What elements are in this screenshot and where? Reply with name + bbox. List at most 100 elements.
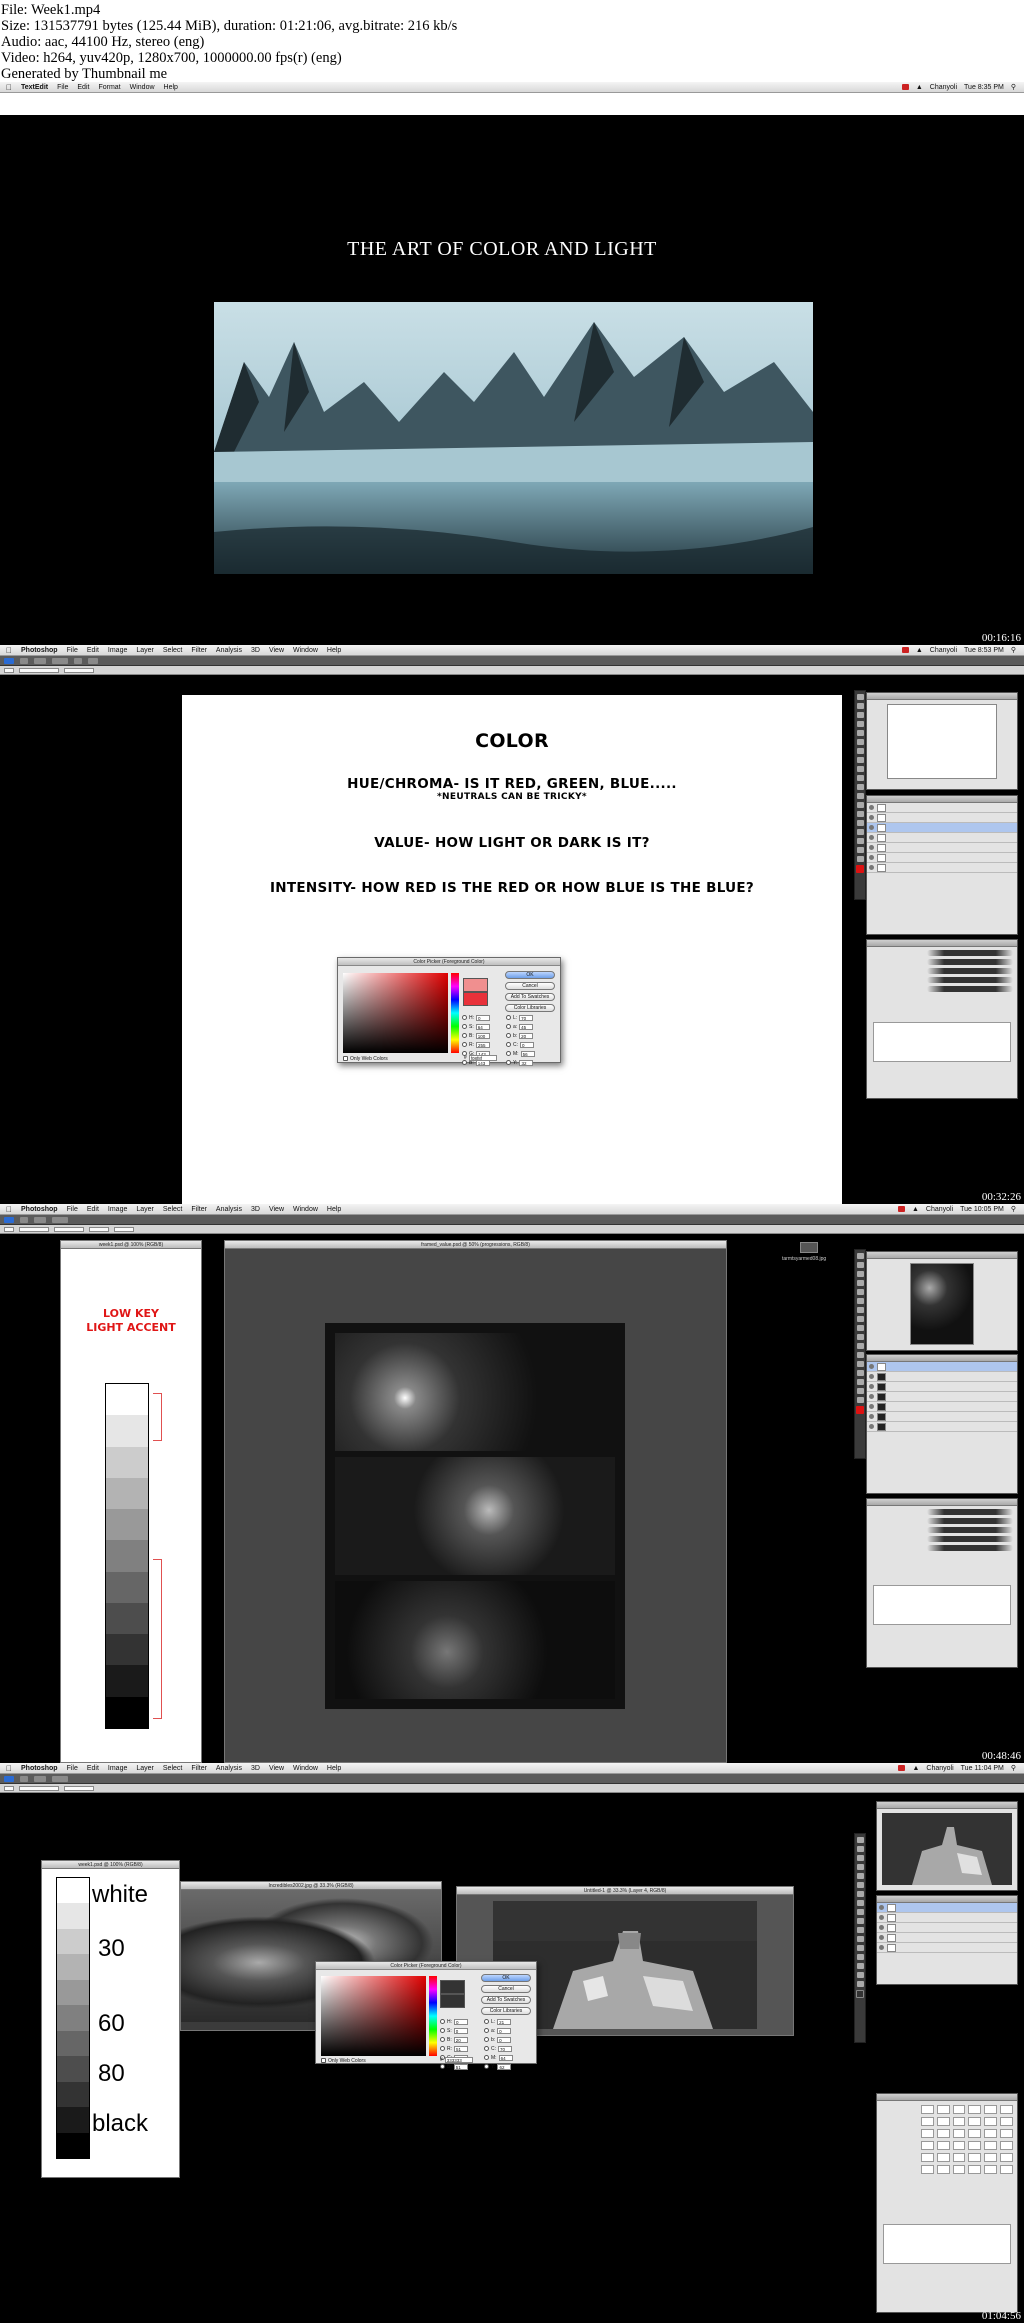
menu-file[interactable]: File: [67, 1765, 78, 1772]
dodge-tool-icon[interactable]: [856, 802, 864, 808]
side-file-label[interactable]: tarmtsyarmed08.jpg: [782, 1256, 826, 1262]
channel-radio[interactable]: [440, 2037, 445, 2042]
ps-logo-icon[interactable]: [4, 1216, 14, 1223]
type-tool-icon[interactable]: [856, 1370, 864, 1376]
crop-tool-icon[interactable]: [856, 1873, 864, 1879]
hex-input[interactable]: 333333: [444, 2056, 473, 2063]
add-to-swatches-button[interactable]: Add To Swatches: [481, 1996, 531, 2004]
visibility-eye-icon[interactable]: [879, 1925, 884, 1930]
brush-preset[interactable]: [927, 1509, 1013, 1515]
menu-file[interactable]: File: [57, 84, 68, 91]
crop-tool-icon[interactable]: [856, 1289, 864, 1295]
menu-window[interactable]: Window: [293, 1206, 318, 1213]
bridge-icon[interactable]: [20, 657, 28, 664]
visibility-eye-icon[interactable]: [879, 1915, 884, 1920]
shape-tool-icon[interactable]: [856, 1963, 864, 1969]
channel-input[interactable]: 51: [454, 2045, 468, 2052]
navigator-panel-tab[interactable]: [877, 1802, 1017, 1809]
cancel-button[interactable]: Cancel: [505, 982, 555, 990]
channel-radio[interactable]: [506, 1051, 511, 1056]
channel-input[interactable]: 70: [498, 2045, 512, 2052]
layer-row[interactable]: [867, 1402, 1017, 1412]
menu-filter[interactable]: Filter: [191, 647, 207, 654]
healing-tool-icon[interactable]: [856, 1307, 864, 1313]
pen-tool-icon[interactable]: [856, 1361, 864, 1367]
visibility-eye-icon[interactable]: [879, 1945, 884, 1950]
layer-row[interactable]: [867, 803, 1017, 813]
menu-help[interactable]: Help: [327, 1206, 341, 1213]
menu-help[interactable]: Help: [164, 84, 178, 91]
hand-tool-icon[interactable]: [856, 1972, 864, 1978]
eyedropper-tool-icon[interactable]: [856, 1882, 864, 1888]
visibility-eye-icon[interactable]: [869, 845, 874, 850]
dodge-tool-icon[interactable]: [856, 1352, 864, 1358]
channel-input[interactable]: 20: [453, 2036, 468, 2043]
pen-tool-icon[interactable]: [856, 1945, 864, 1951]
zoom-tool-icon[interactable]: [856, 856, 864, 862]
menubar-clock[interactable]: Tue 8:35 PM: [964, 84, 1004, 91]
channel-radio[interactable]: [484, 2046, 489, 2051]
brush-preset[interactable]: [921, 2153, 934, 2162]
brush-preset[interactable]: [936, 2165, 950, 2174]
menubar-clock[interactable]: Tue 11:04 PM: [961, 1765, 1004, 1772]
tool-preset-icon[interactable]: [4, 1785, 14, 1791]
arrange-docs-icon[interactable]: [88, 657, 98, 664]
layer-row[interactable]: [867, 843, 1017, 853]
wifi-icon[interactable]: ▲: [916, 647, 923, 654]
brush-preset[interactable]: [952, 2165, 966, 2174]
channel-radio[interactable]: [484, 2064, 489, 2069]
apple-menu-icon[interactable]: : [6, 1764, 12, 1773]
brush-preset[interactable]: [936, 2129, 950, 2138]
bridge-icon[interactable]: [20, 1775, 28, 1782]
color-field-row[interactable]: S: 64: [462, 1023, 490, 1030]
channel-radio[interactable]: [506, 1042, 511, 1047]
brush-preset[interactable]: [952, 2117, 966, 2126]
color-field-row[interactable]: H: 0: [462, 1014, 490, 1021]
visibility-eye-icon[interactable]: [869, 1394, 874, 1399]
brushes-panel-tab[interactable]: [867, 1499, 1017, 1506]
opacity-field[interactable]: [89, 1226, 109, 1232]
record-icon[interactable]: [901, 647, 909, 653]
view-extras-icon[interactable]: [34, 1775, 46, 1782]
side-file-icon[interactable]: [800, 1242, 818, 1253]
menu-select[interactable]: Select: [163, 1765, 182, 1772]
brush-preset[interactable]: [936, 2105, 950, 2114]
navigator-thumbnail[interactable]: [910, 1263, 974, 1345]
visibility-eye-icon[interactable]: [879, 1935, 884, 1940]
lasso-tool-icon[interactable]: [856, 1271, 864, 1277]
window-title[interactable]: Untitled-1 @ 33.3% (Layer 4, RGB/8): [457, 1887, 793, 1895]
sample-dropdown[interactable]: [64, 667, 94, 673]
color-field-row[interactable]: L: 21: [484, 2018, 512, 2025]
menu-edit[interactable]: Edit: [77, 84, 89, 91]
channel-radio[interactable]: [506, 1024, 511, 1029]
brush-preset[interactable]: [968, 2153, 982, 2162]
channel-input[interactable]: 62: [497, 2063, 512, 2070]
color-field-row[interactable]: H: 0: [440, 2018, 468, 2025]
brush-preset[interactable]: [927, 986, 1013, 992]
brush-preset[interactable]: [927, 1545, 1013, 1551]
layer-row[interactable]: [867, 813, 1017, 823]
brush-preset[interactable]: [968, 2129, 982, 2138]
quick-select-tool-icon[interactable]: [856, 721, 864, 727]
brush-preset[interactable]: [968, 2117, 982, 2126]
zoom-tool-icon[interactable]: [856, 1981, 864, 1987]
brush-preset[interactable]: [927, 959, 1013, 965]
menu-help[interactable]: Help: [327, 1765, 341, 1772]
layer-row[interactable]: [867, 863, 1017, 873]
menu-app-name[interactable]: Photoshop: [21, 1206, 58, 1213]
brush-size-dropdown[interactable]: [19, 1226, 49, 1232]
hand-tool-icon[interactable]: [856, 847, 864, 853]
sample-size-dropdown[interactable]: [19, 1785, 59, 1791]
visibility-eye-icon[interactable]: [869, 855, 874, 860]
channel-input[interactable]: 0: [454, 2018, 468, 2025]
menu-image[interactable]: Image: [108, 1765, 127, 1772]
menu-layer[interactable]: Layer: [136, 1206, 154, 1213]
menu-view[interactable]: View: [269, 1765, 284, 1772]
lasso-tool-icon[interactable]: [856, 1855, 864, 1861]
menu-view[interactable]: View: [269, 647, 284, 654]
brush-preset[interactable]: [984, 2105, 998, 2114]
brush-preset[interactable]: [968, 2165, 982, 2174]
channel-radio[interactable]: [484, 2037, 489, 2042]
brush-tool-icon[interactable]: [856, 1316, 864, 1322]
menu-3d[interactable]: 3D: [251, 647, 260, 654]
